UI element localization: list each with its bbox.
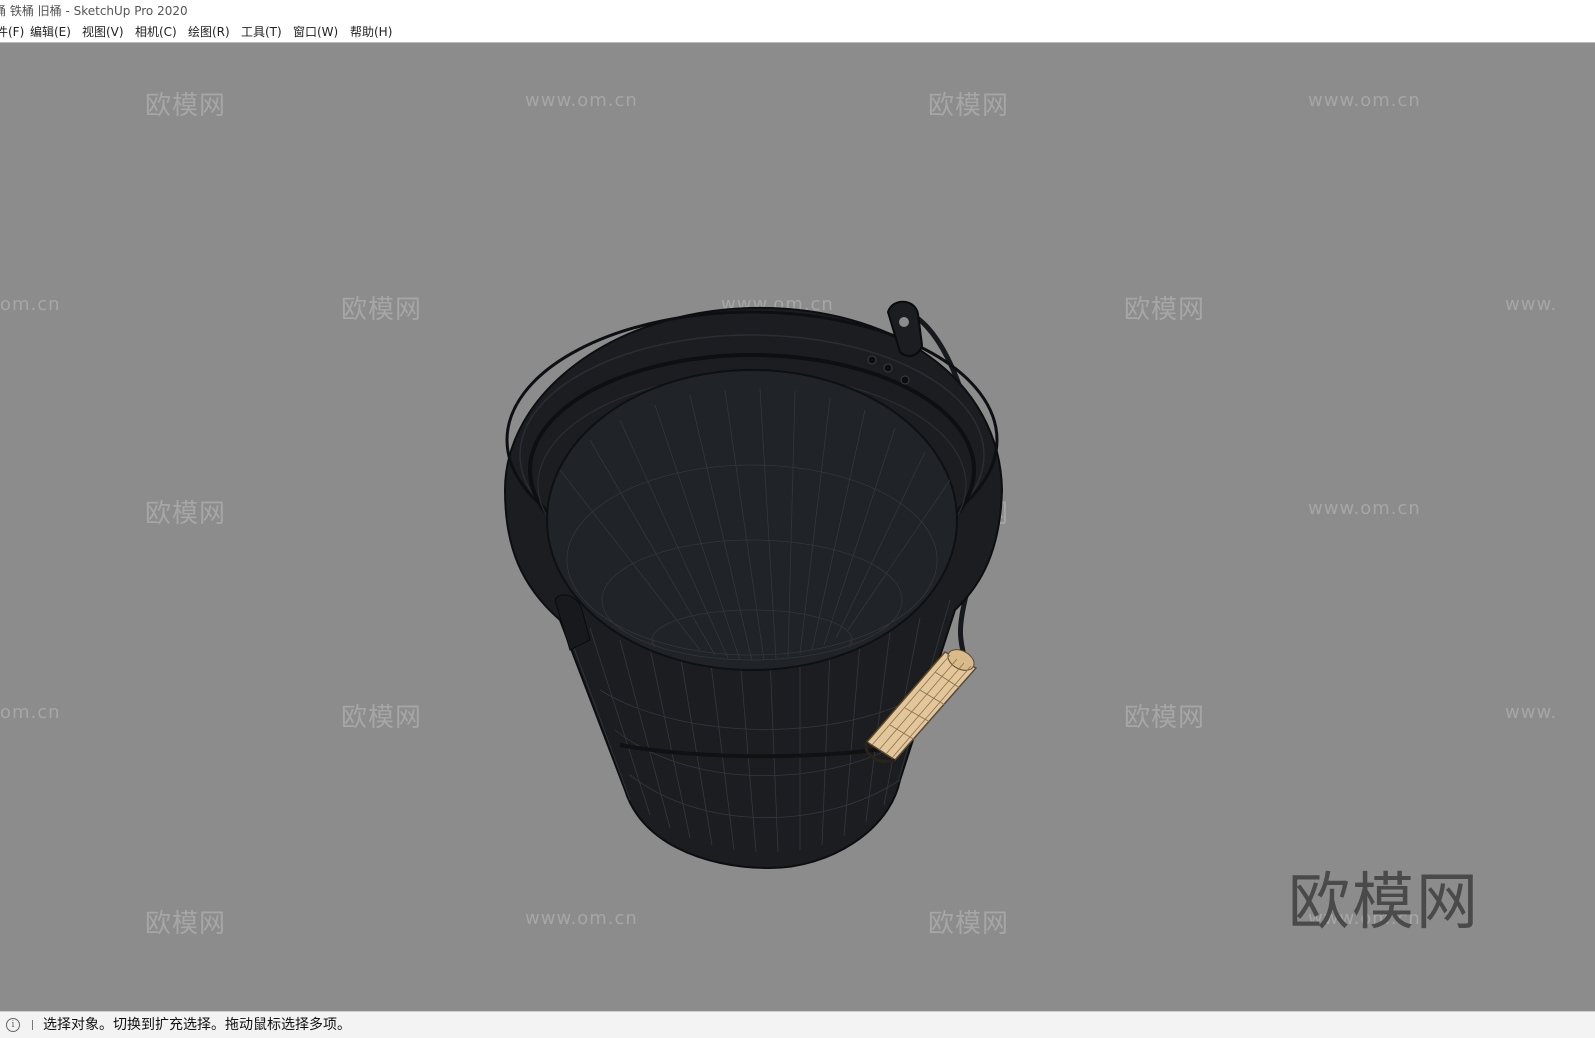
menu-window[interactable]: 窗口(W) xyxy=(291,22,340,42)
status-bar: i 选择对象。切换到扩充选择。拖动鼠标选择多项。 xyxy=(0,1011,1595,1038)
menu-bar: 件(F) 编辑(E) 视图(V) 相机(C) 绘图(R) 工具(T) 窗口(W)… xyxy=(0,22,1595,43)
menu-help[interactable]: 帮助(H) xyxy=(348,22,394,42)
watermark-large-brand: 欧模网 xyxy=(1288,865,1481,938)
menu-view[interactable]: 视图(V) xyxy=(80,22,126,42)
drawing-viewport[interactable]: 欧模网 www.om.cn 欧模网 www.om.cn om.cn 欧模网 ww… xyxy=(0,43,1595,1011)
menu-edit[interactable]: 编辑(E) xyxy=(28,22,73,42)
window-title: 桶 铁桶 旧桶 - SketchUp Pro 2020 xyxy=(0,4,188,18)
title-bar: 桶 铁桶 旧桶 - SketchUp Pro 2020 xyxy=(0,0,1595,22)
menu-tools[interactable]: 工具(T) xyxy=(239,22,284,42)
status-separator xyxy=(32,1020,33,1030)
info-icon[interactable]: i xyxy=(6,1018,20,1032)
status-text: 选择对象。切换到扩充选择。拖动鼠标选择多项。 xyxy=(43,1017,351,1033)
menu-draw[interactable]: 绘图(R) xyxy=(186,22,232,42)
menu-camera[interactable]: 相机(C) xyxy=(133,22,179,42)
menu-file[interactable]: 件(F) xyxy=(0,22,26,42)
bucket-interior xyxy=(546,369,958,671)
